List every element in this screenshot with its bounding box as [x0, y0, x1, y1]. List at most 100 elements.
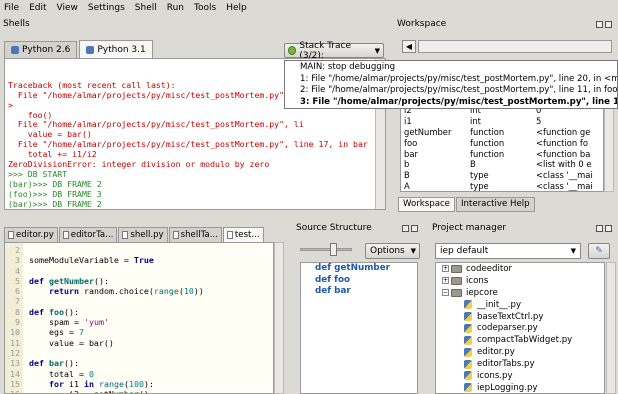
stack-frame-item[interactable]: MAIN: stop debugging: [285, 62, 617, 74]
variable-name: b: [404, 159, 410, 170]
menu-tools[interactable]: Tools: [194, 3, 216, 13]
tree-item-label: icons: [466, 275, 489, 286]
source-structure-dock-buttons: [402, 225, 418, 232]
line-number: 6: [15, 286, 20, 297]
code-token: value = bar(): [29, 337, 114, 348]
structure-level-slider[interactable]: [300, 248, 352, 251]
close-panel-icon[interactable]: [605, 225, 612, 232]
file-icon: [172, 231, 179, 239]
editor-tab[interactable]: editor.py: [4, 227, 58, 242]
tree-item[interactable]: codeparser.py: [436, 322, 604, 334]
workspace-row[interactable]: Atype <class '__mai: [401, 181, 603, 191]
menu-file[interactable]: File: [4, 3, 19, 13]
tree-item[interactable]: compactTabWidget.py: [436, 334, 604, 346]
shell-tab-python26[interactable]: Python 2.6: [4, 41, 78, 58]
tree-item[interactable]: − iepcore: [436, 287, 604, 299]
menu-run[interactable]: Run: [167, 3, 184, 13]
shell-tab-python31[interactable]: Python 3.1: [79, 40, 153, 58]
code-token: total =: [29, 368, 89, 379]
workspace-path-field[interactable]: [418, 40, 612, 53]
menu-settings[interactable]: Settings: [88, 3, 125, 13]
stack-trace-menu: MAIN: stop debugging 1: File "/home/almar…: [284, 60, 618, 109]
editor-tab-label: shell.py: [130, 230, 164, 240]
editor-tab[interactable]: editorTa...: [58, 227, 118, 242]
float-panel-icon[interactable]: [596, 21, 603, 28]
editor-scrollbar[interactable]: [274, 242, 284, 394]
stack-frame-item[interactable]: 3: File "/home/almar/projects/py/misc/te…: [285, 97, 617, 109]
structure-item[interactable]: def foo: [301, 275, 417, 287]
workspace-row[interactable]: foo function <function fo: [401, 138, 603, 149]
workspace-row[interactable]: b B <list with 0 e: [401, 159, 603, 170]
structure-item[interactable]: def getNumber: [301, 263, 417, 275]
tree-item[interactable]: + icons: [436, 275, 604, 287]
tree-item[interactable]: icons.py: [436, 370, 604, 382]
variable-name: bar: [404, 148, 418, 159]
workspace-row[interactable]: bar function <function ba: [401, 149, 603, 160]
tree-item[interactable]: editor.py: [436, 346, 604, 358]
code-line: def bar():: [29, 358, 204, 368]
configure-projects-button[interactable]: ✎: [588, 243, 610, 259]
wrench-icon: ✎: [595, 246, 603, 256]
workspace-row[interactable]: Btype <class '__mai: [401, 170, 603, 181]
tree-item[interactable]: iepLogging.py: [436, 382, 604, 394]
menu-edit[interactable]: Edit: [29, 3, 46, 13]
python-icon: [86, 45, 95, 54]
slider-handle[interactable]: [330, 243, 337, 256]
expand-toggle-icon[interactable]: −: [442, 289, 449, 297]
editor-tab[interactable]: test...: [222, 227, 264, 242]
menu-bar: File Edit View Settings Shell Run Tools …: [0, 0, 618, 16]
stack-frame-item[interactable]: 1: File "/home/almar/projects/py/misc/te…: [285, 74, 617, 86]
float-panel-icon[interactable]: [402, 225, 409, 232]
workspace-row[interactable]: getNumber function <function ge: [401, 127, 603, 138]
tree-item-label: editor.py: [477, 347, 515, 358]
project-select[interactable]: iep default ▼: [435, 243, 581, 259]
project-select-value: iep default: [440, 246, 489, 256]
expand-toggle-icon[interactable]: +: [442, 265, 449, 273]
workspace-scrollbar[interactable]: [604, 104, 614, 192]
project-tree-scrollbar[interactable]: [606, 262, 616, 394]
tree-item[interactable]: + codeeditor: [436, 263, 604, 275]
tree-item[interactable]: baseTextCtrl.py: [436, 311, 604, 323]
code-token: 7: [78, 327, 84, 338]
code-token: return: [48, 286, 79, 297]
variable-repr: <function ge: [536, 126, 591, 137]
python-file-icon: [464, 312, 472, 321]
chevron-down-icon: ▼: [374, 46, 380, 55]
line-number-gutter: 234567891011121314151617: [5, 243, 23, 393]
code-editor[interactable]: 234567891011121314151617 someModuleVaria…: [4, 242, 274, 394]
line-number: 12: [10, 347, 20, 358]
code-token: 10: [183, 286, 194, 297]
code-token: for: [48, 378, 64, 389]
structure-item[interactable]: def bar: [301, 286, 417, 298]
code-token: ():: [63, 306, 79, 317]
tree-item-label: iepLogging.py: [477, 382, 538, 393]
code-line: i2 = getNumber(): [29, 389, 204, 393]
folder-icon: [451, 288, 462, 297]
tab-workspace[interactable]: Workspace: [398, 197, 455, 212]
workspace-row[interactable]: i1 int 5: [401, 116, 603, 127]
code-token: range: [153, 286, 179, 297]
tab-interactive-help[interactable]: Interactive Help: [455, 197, 535, 212]
project-manager-dock-buttons: [596, 225, 612, 232]
float-panel-icon[interactable]: [596, 225, 603, 232]
up-arrow-icon[interactable]: ◀: [402, 40, 416, 53]
expand-toggle-icon[interactable]: +: [442, 277, 449, 285]
editor-tab[interactable]: shell.py: [118, 227, 168, 242]
options-dropdown[interactable]: Options ▼: [365, 243, 420, 259]
tree-item[interactable]: __init__.py: [436, 299, 604, 311]
editor-tab[interactable]: shellTa...: [168, 227, 222, 242]
code-token: getNumber: [48, 275, 94, 286]
close-panel-icon[interactable]: [411, 225, 418, 232]
menu-shell[interactable]: Shell: [135, 3, 157, 13]
line-number: 9: [15, 317, 20, 328]
close-panel-icon[interactable]: [605, 21, 612, 28]
chevron-down-icon: ▼: [570, 247, 576, 255]
menu-view[interactable]: View: [57, 3, 78, 13]
stack-trace-button[interactable]: Stack Trace (3/2): ▼: [284, 41, 384, 61]
stack-frame-item[interactable]: 2: File "/home/almar/projects/py/misc/te…: [285, 85, 617, 97]
menu-help[interactable]: Help: [226, 3, 247, 13]
tree-item[interactable]: editorTabs.py: [436, 358, 604, 370]
